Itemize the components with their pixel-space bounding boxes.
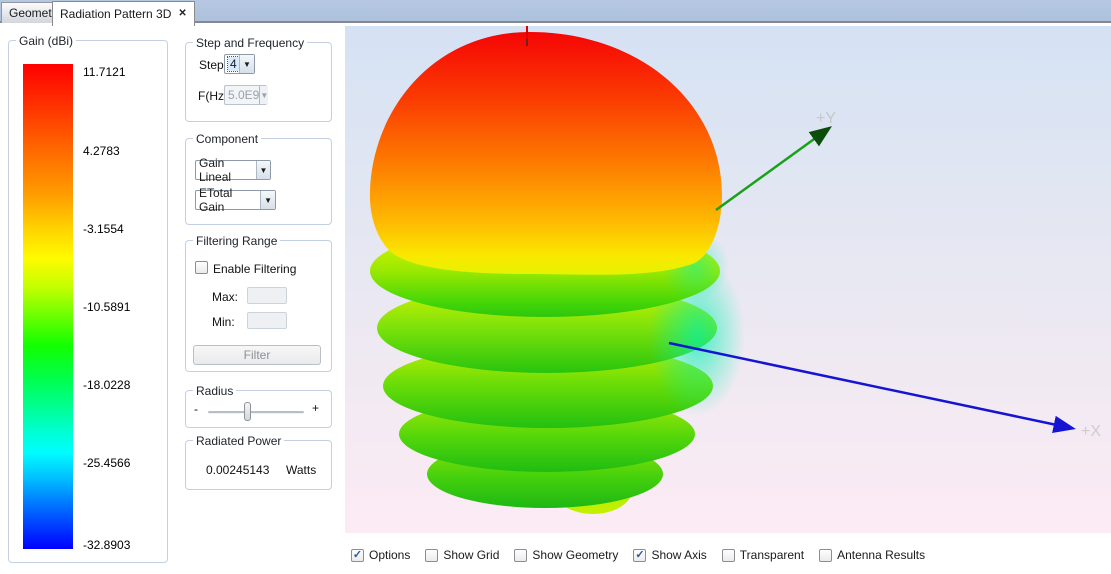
step-frequency-group: Step and Frequency Step: 4 ▼ F(Hz): 5.0E… xyxy=(185,42,332,122)
gain-type-value: Gain Lineal xyxy=(199,156,256,184)
gain-tick: -32.8903 xyxy=(83,538,130,552)
gain-tick: -25.4566 xyxy=(83,456,130,470)
radius-title: Radius xyxy=(193,384,236,398)
checkbox-label: Show Grid xyxy=(443,548,499,562)
min-label: Min: xyxy=(212,315,235,329)
chevron-down-icon[interactable]: ▼ xyxy=(256,161,270,179)
max-label: Max: xyxy=(212,290,238,304)
filter-button-label: Filter xyxy=(244,348,271,362)
checkbox-icon[interactable] xyxy=(722,549,735,562)
checkbox-label: Transparent xyxy=(740,548,804,562)
radiated-power-value: 0.00245143 xyxy=(206,463,269,477)
checkbox-icon[interactable]: ✓ xyxy=(633,549,646,562)
y-axis-label: +Y xyxy=(816,110,836,127)
radius-plus-label: + xyxy=(312,401,319,415)
gain-colorbar xyxy=(23,64,73,549)
step-value: 4 xyxy=(228,57,239,71)
step-frequency-title: Step and Frequency xyxy=(193,36,307,50)
gain-tick: 4.2783 xyxy=(83,144,120,158)
radius-group: Radius - + xyxy=(185,390,332,428)
footer-checkbox-antenna-results[interactable]: Antenna Results xyxy=(819,548,925,562)
gain-scale-group: Gain (dBi) 11.7121 4.2783 -3.1554 -10.58… xyxy=(8,40,168,563)
field-type-value: ETotal Gain xyxy=(199,186,260,214)
chevron-down-icon[interactable]: ▼ xyxy=(260,191,275,209)
gain-type-combobox[interactable]: Gain Lineal ▼ xyxy=(195,160,271,180)
radiation-pattern-blob xyxy=(370,32,745,514)
footer-checkbox-show-geometry[interactable]: Show Geometry xyxy=(514,548,618,562)
radiated-power-title: Radiated Power xyxy=(193,434,284,448)
chevron-down-icon[interactable]: ▼ xyxy=(239,55,254,73)
3d-viewport[interactable]: +Y +X xyxy=(345,26,1111,533)
y-axis-arrow: +Y xyxy=(716,110,836,210)
checkbox-icon[interactable] xyxy=(514,549,527,562)
footer-checkbox-options[interactable]: ✓ Options xyxy=(351,548,410,562)
filtering-range-group: Filtering Range Enable Filtering Max: Mi… xyxy=(185,240,332,372)
step-label: Step: xyxy=(199,58,227,72)
filtering-range-title: Filtering Range xyxy=(193,234,280,248)
checkbox-icon[interactable] xyxy=(819,549,832,562)
radius-slider-track[interactable] xyxy=(208,411,304,414)
checkbox-label: Show Axis xyxy=(651,548,706,562)
frequency-combobox: 5.0E9 ▼ xyxy=(224,85,267,105)
close-icon[interactable]: ✕ xyxy=(178,9,186,19)
tab-radiation-label: Radiation Pattern 3D xyxy=(60,7,171,21)
field-type-combobox[interactable]: ETotal Gain ▼ xyxy=(195,190,276,210)
footer-checkbox-show-axis[interactable]: ✓ Show Axis xyxy=(633,548,706,562)
min-input[interactable] xyxy=(247,312,287,329)
gain-colorbar-ticks: 11.7121 4.2783 -3.1554 -10.5891 -18.0228… xyxy=(83,64,163,549)
footer-checkbox-transparent[interactable]: Transparent xyxy=(722,548,804,562)
checkbox-label: Show Geometry xyxy=(532,548,618,562)
check-mark-icon: ✓ xyxy=(635,549,644,561)
checkbox-label: Antenna Results xyxy=(837,548,925,562)
enable-filtering-checkbox[interactable] xyxy=(195,261,208,274)
x-axis-arrow: +X xyxy=(669,343,1101,440)
radius-slider-thumb[interactable] xyxy=(244,402,251,421)
chevron-down-icon: ▼ xyxy=(259,86,268,104)
radiated-power-group: Radiated Power 0.00245143 Watts xyxy=(185,440,332,490)
footer-checkbox-show-grid[interactable]: Show Grid xyxy=(425,548,499,562)
gain-tick: -10.5891 xyxy=(83,300,130,314)
checkbox-icon[interactable]: ✓ xyxy=(351,549,364,562)
radiated-power-unit: Watts xyxy=(286,463,316,477)
step-combobox[interactable]: 4 ▼ xyxy=(224,54,255,74)
checkbox-icon[interactable] xyxy=(425,549,438,562)
max-input[interactable] xyxy=(247,287,287,304)
radius-minus-label: - xyxy=(194,402,198,416)
component-title: Component xyxy=(193,132,261,146)
checkbox-label: Options xyxy=(369,548,410,562)
filter-button[interactable]: Filter xyxy=(193,345,321,365)
x-axis-label: +X xyxy=(1081,423,1101,440)
enable-filtering-label: Enable Filtering xyxy=(213,262,296,276)
tab-radiation-pattern-3d[interactable]: Radiation Pattern 3D ✕ xyxy=(52,1,195,26)
check-mark-icon: ✓ xyxy=(353,549,362,561)
gain-scale-title: Gain (dBi) xyxy=(16,34,76,48)
radiation-pattern-plot: +Y +X xyxy=(345,26,1111,533)
tab-bar: Geometry Radiation Pattern 3D ✕ xyxy=(0,0,1111,23)
radiation-pattern-window: { "icons": { "close": "✕", "check": "✓",… xyxy=(0,0,1111,574)
gain-tick: -18.0228 xyxy=(83,378,130,392)
frequency-value: 5.0E9 xyxy=(228,88,259,102)
component-group: Component Gain Lineal ▼ ETotal Gain ▼ xyxy=(185,138,332,225)
gain-tick: -3.1554 xyxy=(83,222,124,236)
gain-tick: 11.7121 xyxy=(83,65,126,79)
view-options-bar: ✓ Options Show Grid Show Geometry ✓ Show… xyxy=(351,547,925,563)
